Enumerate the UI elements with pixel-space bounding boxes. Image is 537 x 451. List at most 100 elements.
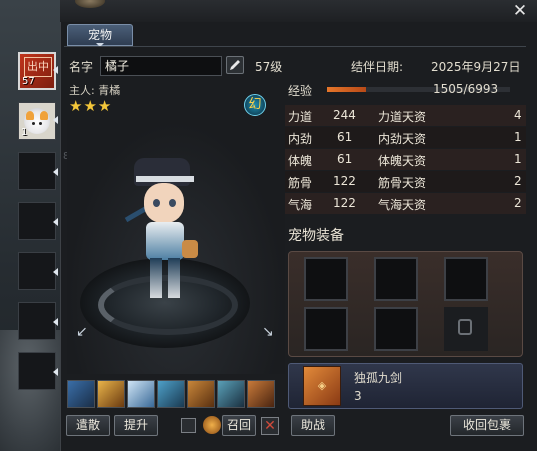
edit-name-button[interactable] — [226, 56, 244, 74]
pet-slot-2[interactable]: 1 — [18, 102, 56, 140]
talent-value: 2 — [514, 196, 522, 210]
equipment-slot[interactable] — [304, 257, 348, 301]
equipment-slot[interactable] — [374, 257, 418, 301]
skill-count: 3 — [354, 389, 362, 403]
talent-name: 筋骨天资 — [378, 176, 427, 190]
exp-value: 1505/6993 — [433, 82, 499, 96]
owner-text: 主人: 青橘 — [69, 84, 121, 97]
dog-ear — [40, 111, 48, 120]
character-bag — [182, 240, 198, 258]
dog-eye — [32, 122, 35, 125]
equipment-panel — [288, 251, 523, 357]
bond-date-value: 2025年9月27日 — [431, 60, 521, 74]
stat-value: 61 — [337, 130, 353, 144]
stat-value: 122 — [333, 196, 356, 210]
pet-slot-5[interactable] — [18, 252, 56, 290]
equipment-slot-locked — [444, 307, 488, 351]
stat-name: 气海 — [288, 198, 313, 212]
talent-name: 气海天资 — [378, 198, 427, 212]
crossed-swords-icon[interactable]: ✕ — [261, 417, 279, 435]
stat-name: 内劲 — [288, 132, 313, 146]
release-button[interactable]: 遣散 — [66, 415, 110, 436]
transform-icon[interactable]: 幻 — [244, 94, 266, 116]
name-label: 名字 — [69, 60, 94, 74]
stat-row: 气海 122 气海天资 2 — [285, 193, 526, 214]
character-body — [146, 222, 184, 260]
talent-name: 内劲天资 — [378, 132, 427, 146]
slot-arrow-icon — [53, 318, 58, 326]
stat-name: 筋骨 — [288, 176, 313, 190]
character-leg — [168, 258, 180, 298]
stat-name: 体魄 — [288, 154, 313, 168]
skill-slot-icon[interactable] — [97, 380, 125, 408]
pet-slot-level: 1 — [21, 127, 28, 138]
stat-value: 61 — [337, 152, 353, 166]
star-rating: ★★★ — [69, 97, 113, 115]
talent-value: 1 — [514, 130, 522, 144]
panel-header — [60, 0, 537, 22]
equipment-slot[interactable] — [444, 257, 488, 301]
stat-value: 244 — [333, 108, 356, 122]
slot-arrow-icon — [53, 368, 58, 376]
talent-name: 力道天资 — [378, 110, 427, 124]
pet-slot-7[interactable] — [18, 352, 56, 390]
character-eye — [169, 199, 176, 207]
talent-value: 2 — [514, 174, 522, 188]
slot-arrow-icon — [53, 218, 58, 226]
assist-button[interactable]: 助战 — [291, 415, 335, 436]
pet-slot-6[interactable] — [18, 302, 56, 340]
slot-arrow-icon — [53, 116, 58, 124]
talent-name: 体魄天资 — [378, 154, 427, 168]
upgrade-button[interactable]: 提升 — [114, 415, 158, 436]
lock-icon — [458, 319, 472, 335]
close-icon[interactable]: ✕ — [511, 2, 529, 20]
summon-button[interactable]: 召回 — [222, 415, 256, 436]
exp-label: 经验 — [288, 84, 313, 98]
stat-row: 内劲 61 内劲天资 1 — [285, 127, 526, 148]
skill-book-icon: ◈ — [303, 366, 341, 406]
pet-level: 57级 — [255, 60, 283, 74]
rotate-left-icon[interactable]: ↙ — [76, 324, 88, 340]
skill-slot-icon[interactable] — [217, 380, 245, 408]
character-leg — [150, 258, 162, 298]
skill-slot-icon[interactable] — [157, 380, 185, 408]
stat-row: 力道 244 力道天资 4 — [285, 105, 526, 126]
stat-name: 力道 — [288, 110, 313, 124]
equipment-title: 宠物装备 — [288, 228, 344, 244]
character-face — [144, 183, 184, 223]
skill-name: 独孤九剑 — [354, 371, 403, 385]
skill-slot-icon[interactable] — [187, 380, 215, 408]
stat-row: 筋骨 122 筋骨天资 2 — [285, 171, 526, 192]
pet-slot-1[interactable]: 出中 57 — [18, 52, 56, 90]
slot-arrow-icon — [53, 268, 58, 276]
dog-ear — [26, 111, 34, 120]
bond-date-label: 结伴日期: — [351, 60, 404, 74]
skill-slot-icon[interactable] — [127, 380, 155, 408]
dog-pet-icon — [24, 108, 50, 134]
pet-slot-3[interactable]: 8 — [18, 151, 69, 190]
equipment-slot[interactable] — [304, 307, 348, 351]
skill-slot-icon[interactable] — [247, 380, 275, 408]
pet-slot-4[interactable] — [18, 202, 56, 240]
pet-slot-level: 57 — [22, 76, 35, 87]
pet-portrait: 出中 — [24, 57, 52, 77]
slot-arrow-icon — [53, 66, 58, 74]
pencil-icon — [230, 60, 240, 70]
stat-value: 122 — [333, 174, 356, 188]
helmet-icon — [203, 416, 221, 434]
recall-bag-button[interactable]: 收回包裹 — [450, 415, 524, 436]
talent-value: 4 — [514, 108, 522, 122]
dog-eye — [39, 122, 42, 125]
stat-row: 体魄 61 体魄天资 1 — [285, 149, 526, 170]
rotate-right-icon[interactable]: ↘ — [262, 324, 274, 340]
character-eye — [153, 199, 160, 207]
exp-bar-fill — [327, 87, 366, 92]
talent-value: 1 — [514, 152, 522, 166]
character-headband — [136, 176, 194, 182]
pet-name-field[interactable]: 橘子 — [100, 56, 222, 76]
equipment-slot[interactable] — [374, 307, 418, 351]
slot-arrow-icon — [53, 168, 58, 176]
lock-icon[interactable] — [181, 418, 196, 433]
tab-divider — [64, 46, 526, 47]
skill-slot-icon[interactable] — [67, 380, 95, 408]
